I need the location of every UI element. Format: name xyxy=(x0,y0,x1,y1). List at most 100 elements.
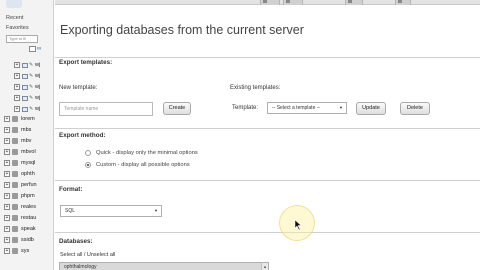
database-icon xyxy=(12,237,18,243)
expand-icon[interactable]: + xyxy=(14,84,20,90)
database-icon xyxy=(12,116,18,122)
database-icon xyxy=(12,204,18,210)
table-icon xyxy=(22,62,28,68)
table-icon xyxy=(22,84,28,90)
export-method-section: Export method: Quick - display only the … xyxy=(55,128,480,178)
expand-icon[interactable]: + xyxy=(14,106,20,112)
table-icon xyxy=(22,95,28,101)
update-template-button[interactable]: Update xyxy=(356,102,386,115)
structure-icon[interactable]: ✎ xyxy=(29,62,34,68)
nav-database-row[interactable]: + ssidb xyxy=(4,235,34,245)
delete-template-button[interactable]: Delete xyxy=(400,102,430,115)
select-all-link[interactable]: Select all / Unselect all xyxy=(60,252,115,258)
expand-icon[interactable]: + xyxy=(14,62,20,68)
custom-radio[interactable] xyxy=(85,162,91,168)
nav-database-row[interactable]: + mbv xyxy=(4,136,31,146)
expand-icon[interactable]: + xyxy=(4,149,10,155)
nav-database-row[interactable]: + mbvol xyxy=(4,147,36,157)
recent-tab[interactable]: Recent xyxy=(6,15,23,21)
custom-export-option[interactable]: Custom - display all possible options xyxy=(85,162,190,168)
scroll-up-icon[interactable]: ▲ xyxy=(261,263,268,270)
menu-tab[interactable] xyxy=(283,0,303,5)
database-icon xyxy=(12,149,18,155)
mouse-cursor-icon xyxy=(295,220,302,230)
menu-tab[interactable] xyxy=(345,0,363,5)
structure-icon[interactable]: ✎ xyxy=(29,84,34,90)
menu-tab-icon xyxy=(398,0,402,3)
template-select[interactable]: -- Select a template -- ▼ xyxy=(267,102,347,114)
nav-table-row[interactable]: + ✎ wj xyxy=(14,60,40,70)
export-templates-section: Export templates: New template: Template… xyxy=(55,57,480,127)
nav-table-row[interactable]: + ✎ wj xyxy=(14,82,40,92)
format-legend: Format: xyxy=(59,186,83,193)
format-section: Format: SQL ▼ xyxy=(55,180,480,230)
export-method-legend: Export method: xyxy=(59,132,106,139)
expand-icon[interactable]: + xyxy=(4,182,10,188)
quick-export-option[interactable]: Quick - display only the minimal options xyxy=(85,150,198,156)
database-icon xyxy=(12,138,18,144)
nav-table-row[interactable]: + ✎ wj xyxy=(14,104,40,114)
new-template-label: New template: xyxy=(59,85,98,91)
structure-icon[interactable]: ✎ xyxy=(29,95,34,101)
create-template-button[interactable]: Create xyxy=(163,102,191,115)
expand-icon[interactable]: + xyxy=(4,160,10,166)
nav-database-row[interactable]: + reales xyxy=(4,202,36,212)
phpmyadmin-logo[interactable] xyxy=(6,0,22,8)
structure-icon[interactable]: ✎ xyxy=(29,73,34,79)
expand-icon[interactable]: + xyxy=(4,138,10,144)
link-with-main-icon[interactable]: ∞ xyxy=(37,46,44,52)
database-multiselect[interactable]: ophthalmology ▲ xyxy=(59,262,269,270)
template-label: Template: xyxy=(232,105,259,111)
database-icon xyxy=(12,215,18,221)
nav-table-row[interactable]: + ✎ wj xyxy=(14,71,40,81)
nav-database-row[interactable]: + mysql xyxy=(4,158,35,168)
template-select-value: -- Select a template -- xyxy=(272,105,321,111)
page-title: Exporting databases from the current ser… xyxy=(60,23,304,37)
expand-icon[interactable]: + xyxy=(4,226,10,232)
structure-icon[interactable]: ✎ xyxy=(29,106,34,112)
nav-database-row[interactable]: + sys xyxy=(4,246,29,256)
nav-table-row[interactable]: + ✎ wj xyxy=(14,93,40,103)
navigation-panel: Recent Favorites Type to fil ∞ + ✎ wj + … xyxy=(0,0,54,270)
nav-database-row[interactable]: + speak xyxy=(4,224,36,234)
template-name-input[interactable]: Template name xyxy=(59,102,153,116)
menu-tab[interactable] xyxy=(260,0,280,5)
main-content: Exporting databases from the current ser… xyxy=(55,0,480,270)
menu-tab-icon xyxy=(348,0,352,3)
database-icon xyxy=(12,171,18,177)
favorites-tab[interactable]: Favorites xyxy=(6,25,29,31)
dropdown-arrow-icon: ▼ xyxy=(154,208,158,213)
expand-icon[interactable]: + xyxy=(4,215,10,221)
table-icon xyxy=(22,73,28,79)
expand-icon[interactable]: + xyxy=(4,127,10,133)
custom-radio-label[interactable]: Custom - display all possible options xyxy=(96,162,190,168)
database-icon xyxy=(12,193,18,199)
nav-database-row[interactable]: + restau xyxy=(4,213,36,223)
expand-icon[interactable]: + xyxy=(4,248,10,254)
menu-tab-icon xyxy=(286,0,290,3)
expand-icon[interactable]: + xyxy=(4,204,10,210)
format-select[interactable]: SQL ▼ xyxy=(60,205,162,217)
nav-database-row[interactable]: + phpm xyxy=(4,191,35,201)
database-option[interactable]: ophthalmology xyxy=(60,263,262,270)
menu-tab[interactable] xyxy=(395,0,411,5)
format-select-value: SQL xyxy=(65,208,76,214)
quick-radio-label[interactable]: Quick - display only the minimal options xyxy=(96,150,198,156)
expand-icon[interactable]: + xyxy=(4,171,10,177)
expand-icon[interactable]: + xyxy=(4,193,10,199)
expand-icon[interactable]: + xyxy=(14,73,20,79)
nav-database-row[interactable]: + ophth xyxy=(4,169,35,179)
collapse-all-icon[interactable] xyxy=(29,46,36,52)
nav-database-row[interactable]: + perfun xyxy=(4,180,37,190)
expand-icon[interactable]: + xyxy=(4,116,10,122)
nav-database-row[interactable]: + lorem xyxy=(4,114,35,124)
expand-icon[interactable]: + xyxy=(14,95,20,101)
nav-database-row[interactable]: + mbs xyxy=(4,125,31,135)
database-icon xyxy=(12,248,18,254)
table-icon xyxy=(22,106,28,112)
quick-radio[interactable] xyxy=(85,150,91,156)
dropdown-arrow-icon: ▼ xyxy=(339,105,343,110)
database-filter-input[interactable]: Type to fil xyxy=(6,35,38,43)
export-templates-legend: Export templates: xyxy=(59,59,113,66)
expand-icon[interactable]: + xyxy=(4,237,10,243)
